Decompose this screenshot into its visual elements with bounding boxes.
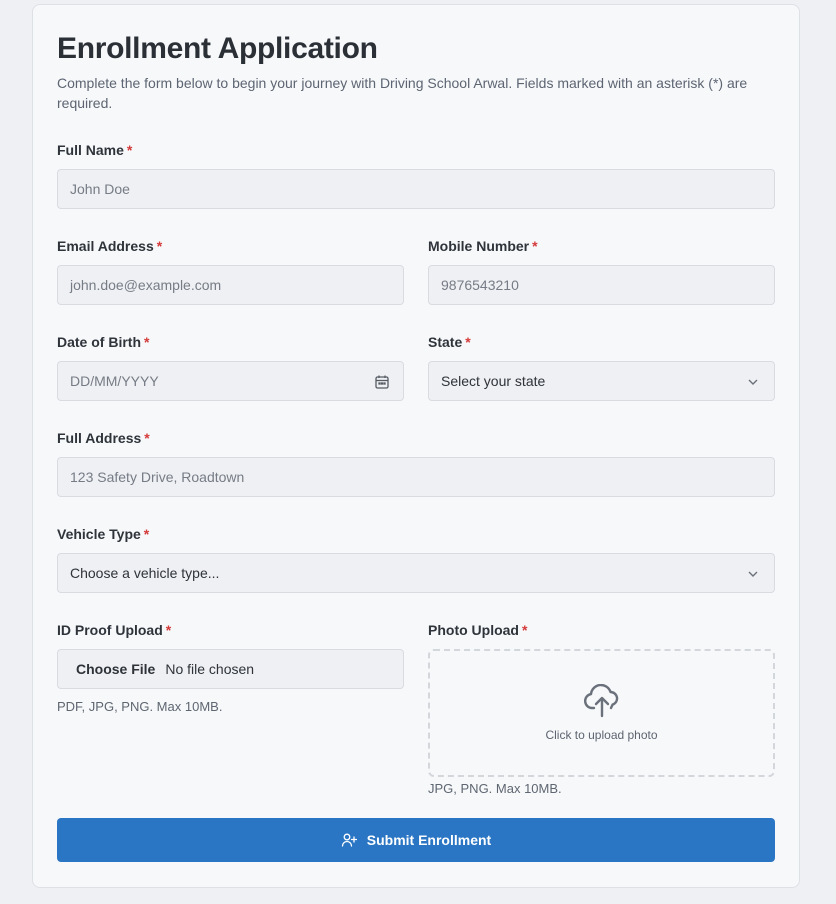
chevron-down-icon bbox=[748, 379, 758, 385]
required-asterisk: * bbox=[144, 430, 150, 446]
address-group: Full Address * 123 Safety Drive, Roadtown bbox=[57, 429, 775, 497]
full-name-input[interactable]: John Doe bbox=[57, 169, 775, 209]
required-asterisk: * bbox=[532, 238, 538, 254]
state-group: State * Select your state bbox=[428, 333, 775, 401]
vehicle-type-group: Vehicle Type * Choose a vehicle type... bbox=[57, 525, 775, 593]
dropzone-text: Click to upload photo bbox=[545, 728, 658, 742]
required-asterisk: * bbox=[143, 526, 150, 542]
address-label: Full Address * bbox=[57, 430, 150, 446]
email-group: Email Address * john.doe@example.com bbox=[57, 237, 404, 305]
chevron-down-icon bbox=[748, 571, 758, 577]
dob-label: Date of Birth * bbox=[57, 334, 150, 350]
user-plus-icon bbox=[341, 833, 357, 847]
mobile-field[interactable]: 9876543210 bbox=[428, 265, 775, 305]
full-name-label: Full Name * bbox=[57, 142, 133, 158]
mobile-group: Mobile Number * 9876543210 bbox=[428, 237, 775, 305]
state-selected: Select your state bbox=[441, 373, 546, 389]
id-proof-label: ID Proof Upload * bbox=[57, 622, 172, 638]
id-proof-file-input[interactable]: Choose File No file chosen bbox=[57, 649, 404, 689]
address-field[interactable]: 123 Safety Drive, Roadtown bbox=[57, 457, 775, 497]
photo-label: Photo Upload * bbox=[428, 622, 528, 638]
state-label: State * bbox=[428, 334, 471, 350]
dob-placeholder: DD/MM/YYYY bbox=[70, 373, 159, 389]
cloud-upload-icon bbox=[583, 684, 618, 718]
photo-dropzone[interactable]: Click to upload photo bbox=[428, 649, 775, 777]
choose-file-button[interactable]: Choose File bbox=[76, 661, 155, 677]
required-asterisk: * bbox=[126, 142, 133, 158]
vehicle-type-label: Vehicle Type * bbox=[57, 526, 150, 542]
photo-hint: JPG, PNG. Max 10MB. bbox=[428, 781, 562, 796]
required-asterisk: * bbox=[156, 238, 163, 254]
calendar-icon[interactable] bbox=[374, 374, 390, 390]
vehicle-type-select[interactable]: Choose a vehicle type... bbox=[57, 553, 775, 593]
state-select[interactable]: Select your state bbox=[428, 361, 775, 401]
full-name-group: Full Name * John Doe bbox=[57, 141, 775, 209]
page-subtitle: Complete the form below to begin your jo… bbox=[57, 75, 748, 111]
vehicle-type-selected: Choose a vehicle type... bbox=[70, 565, 220, 581]
photo-group: Photo Upload * Click to upload photo JPG,… bbox=[428, 621, 775, 796]
required-asterisk: * bbox=[165, 622, 172, 638]
id-proof-group: ID Proof Upload * Choose File No file cho… bbox=[57, 621, 404, 796]
enrollment-card: Enrollment Application Complete the form… bbox=[32, 4, 800, 888]
id-proof-hint: PDF, JPG, PNG. Max 10MB. bbox=[57, 699, 223, 714]
dob-field[interactable]: DD/MM/YYYY bbox=[57, 361, 404, 401]
required-asterisk: * bbox=[465, 334, 471, 350]
mobile-label: Mobile Number * bbox=[428, 238, 538, 254]
page-title: Enrollment Application bbox=[57, 32, 378, 65]
dob-group: Date of Birth * DD/MM/YYYY bbox=[57, 333, 404, 401]
required-asterisk: * bbox=[522, 622, 528, 638]
email-field[interactable]: john.doe@example.com bbox=[57, 265, 404, 305]
submit-enrollment-button[interactable]: Submit Enrollment bbox=[57, 818, 775, 862]
required-asterisk: * bbox=[144, 334, 150, 350]
file-status: No file chosen bbox=[165, 661, 255, 677]
email-label: Email Address * bbox=[57, 238, 163, 254]
submit-label: Submit Enrollment bbox=[366, 832, 492, 848]
